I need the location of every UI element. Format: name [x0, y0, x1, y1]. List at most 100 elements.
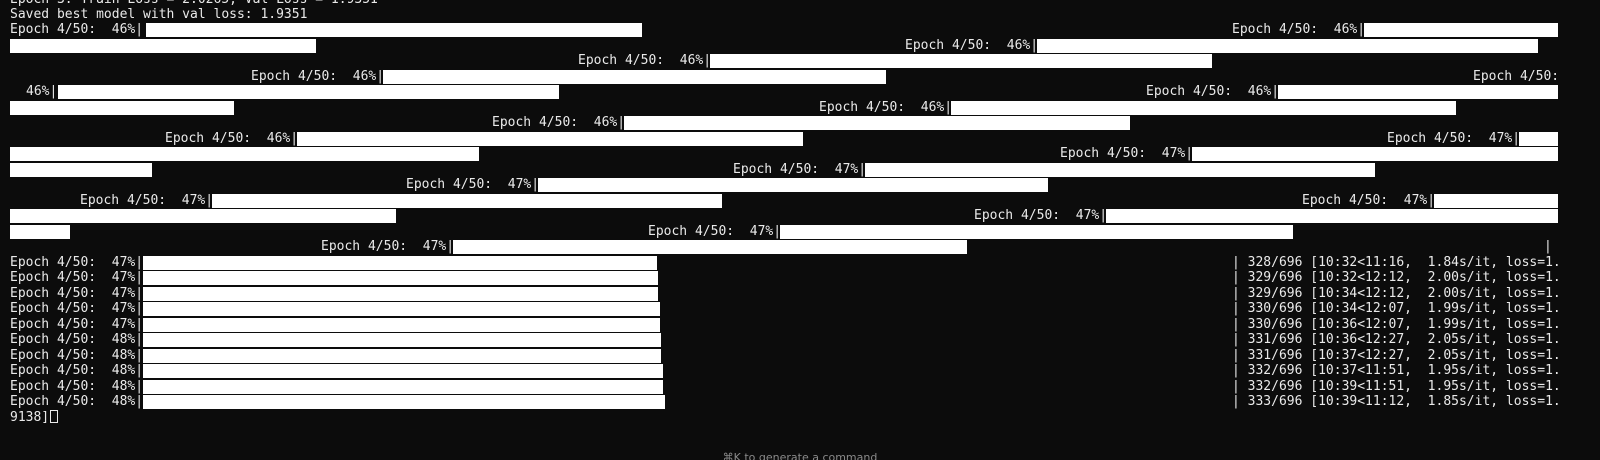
progress-label: Epoch 4/50: 48%| [10, 394, 144, 409]
wrapped-progress-line: Epoch 4/50: 47%| Epoch 4/50: 47%| [0, 193, 1600, 209]
wrapped-progress-line: Epoch 4/50: 46%| [0, 38, 1600, 54]
progress-bar-fill [710, 54, 1212, 68]
progress-bar-fill [1037, 39, 1538, 53]
progress-stats: | 333/696 [10:39<11:12, 1.85s/it, loss=1… [1232, 394, 1561, 409]
progress-label: Epoch 4/50: 47%| [10, 317, 144, 332]
progress-label: Epoch 4/50: 46%| [578, 53, 712, 68]
progress-bar-fill [10, 147, 479, 161]
wrapped-progress-line: Epoch 4/50: 47%| [0, 224, 1600, 240]
progress-label: Epoch 4/50: 47%| [10, 301, 144, 316]
progress-label: Epoch 4/50: 46%| [1146, 84, 1280, 99]
progress-bar-fill [143, 333, 661, 347]
progress-bar-fill [1364, 23, 1558, 37]
progress-bar-fill [1519, 132, 1558, 146]
progress-bar-fill [453, 240, 967, 254]
progress-separator: | [1544, 239, 1552, 254]
progress-label: Epoch 4/50: 47%| [974, 208, 1108, 223]
progress-row: Epoch 4/50: 47%| | 330/696 [10:36<12:07,… [0, 317, 1600, 333]
progress-label: Epoch 4/50: 47%| [10, 270, 144, 285]
progress-bar-fill [146, 23, 642, 37]
progress-bar-fill [10, 101, 234, 115]
progress-label: Epoch 4/50: 47%| [321, 239, 455, 254]
progress-row: Epoch 4/50: 48%| | 331/696 [10:36<12:27,… [0, 332, 1600, 348]
progress-row: Epoch 4/50: 48%| | 332/696 [10:39<11:51,… [0, 379, 1600, 395]
progress-stats: | 331/696 [10:37<12:27, 2.05s/it, loss=1… [1232, 348, 1561, 363]
progress-bar-fill [143, 364, 663, 378]
prompt-line[interactable]: 9138] [0, 410, 1600, 426]
progress-label: Epoch 4/50: 48%| [10, 363, 144, 378]
progress-bar-fill [212, 194, 722, 208]
progress-stats: | 332/696 [10:37<11:51, 1.95s/it, loss=1… [1232, 363, 1561, 378]
progress-label: Epoch 4/50: 46%| [905, 38, 1039, 53]
progress-label: Epoch 4/50: 46%| [165, 131, 299, 146]
last-output-text: 9138] [10, 410, 50, 425]
progress-bar-fill [143, 302, 660, 316]
progress-label: Epoch 4/50: 48%| [10, 379, 144, 394]
progress-bar-fill [1106, 209, 1558, 223]
progress-bar-fill [143, 256, 657, 270]
terminal-output[interactable]: Epoch 3: Train Loss = 2.0265, Val Loss =… [0, 0, 1600, 460]
progress-bar-fill [1278, 85, 1558, 99]
progress-bar-fill [1434, 194, 1558, 208]
progress-bar-fill [1192, 147, 1558, 161]
wrapped-progress-line: Epoch 4/50: 46%| Epoch 4/50: [0, 69, 1600, 85]
progress-label: Epoch 4/50: 46%| [492, 115, 626, 130]
progress-label: Epoch 4/50: 46%| [1232, 22, 1366, 37]
progress-stats: | 330/696 [10:36<12:07, 1.99s/it, loss=1… [1232, 317, 1561, 332]
progress-label: Epoch 4/50: 47%| [1060, 146, 1194, 161]
progress-stats: | 330/696 [10:34<12:07, 1.99s/it, loss=1… [1232, 301, 1561, 316]
progress-label: Epoch 4/50: 46%| [251, 69, 385, 84]
progress-bar-fill [383, 70, 886, 84]
progress-stats: | 332/696 [10:39<11:51, 1.95s/it, loss=1… [1232, 379, 1561, 394]
wrapped-progress-line: Epoch 4/50: 47%| | [0, 239, 1600, 255]
progress-label: Epoch 4/50: 47%| [1387, 131, 1521, 146]
progress-row: Epoch 4/50: 47%| | 330/696 [10:34<12:07,… [0, 301, 1600, 317]
progress-label: Epoch 4/50: 46%| [10, 22, 144, 37]
text-cursor [50, 410, 59, 423]
progress-row: Epoch 4/50: 48%| | 331/696 [10:37<12:27,… [0, 348, 1600, 364]
progress-label: Epoch 4/50: 47%| [80, 193, 214, 208]
progress-bar-fill [865, 163, 1375, 177]
progress-stats: | 331/696 [10:36<12:27, 2.05s/it, loss=1… [1232, 332, 1561, 347]
progress-label: 46%| [26, 84, 58, 99]
wrapped-progress-line: 46%| Epoch 4/50: 46%| [0, 84, 1600, 100]
progress-bar-fill [143, 318, 660, 332]
progress-label: Epoch 4/50: 47%| [1302, 193, 1436, 208]
progress-bar-fill [10, 39, 316, 53]
progress-row: Epoch 4/50: 48%| | 333/696 [10:39<11:12,… [0, 394, 1600, 410]
wrapped-progress-line: Epoch 4/50: 46%| [0, 53, 1600, 69]
progress-label: Epoch 4/50: 47%| [648, 224, 782, 239]
wrapped-progress-line: Epoch 4/50: 47%| [0, 208, 1600, 224]
progress-bar-fill [780, 225, 1293, 239]
progress-label: Epoch 4/50: 47%| [10, 286, 144, 301]
wrapped-progress-line: Epoch 4/50: 46%| Epoch 4/50: 47%| [0, 131, 1600, 147]
progress-bar-fill [143, 271, 658, 285]
progress-stats: | 329/696 [10:32<12:12, 2.00s/it, loss=1… [1232, 270, 1561, 285]
progress-label: Epoch 4/50: 47%| [733, 162, 867, 177]
progress-bar-fill [143, 287, 658, 301]
progress-bar-fill [624, 116, 1130, 130]
wrapped-progress-line: Epoch 4/50: 46%| Epoch 4/50: 46%| [0, 22, 1600, 38]
progress-stats: | 329/696 [10:34<12:12, 2.00s/it, loss=1… [1232, 286, 1561, 301]
progress-bar-fill [951, 101, 1456, 115]
progress-row: Epoch 4/50: 47%| | 328/696 [10:32<11:16,… [0, 255, 1600, 271]
wrapped-progress-line: Epoch 4/50: 47%| [0, 146, 1600, 162]
wrapped-progress-line: Epoch 4/50: 47%| [0, 177, 1600, 193]
progress-bar-fill [10, 225, 70, 239]
progress-row: Epoch 4/50: 47%| | 329/696 [10:34<12:12,… [0, 286, 1600, 302]
saved-model-text: Saved best model with val loss: 1.9351 [10, 7, 308, 22]
progress-bar-fill [538, 178, 1048, 192]
progress-row: Epoch 4/50: 48%| | 332/696 [10:37<11:51,… [0, 363, 1600, 379]
progress-bar-fill [143, 380, 663, 394]
progress-bar-fill [58, 85, 559, 99]
progress-label: Epoch 4/50: 47%| [406, 177, 540, 192]
generate-command-hint[interactable]: ⌘K to generate a command [0, 451, 1600, 460]
progress-bar-fill [297, 132, 803, 146]
progress-label: Epoch 4/50: 48%| [10, 348, 144, 363]
progress-label: Epoch 4/50: 47%| [10, 255, 144, 270]
header-line: Saved best model with val loss: 1.9351 [0, 7, 1600, 23]
wrapped-progress-line: Epoch 4/50: 46%| [0, 100, 1600, 116]
progress-label: Epoch 4/50: [1473, 69, 1560, 84]
progress-bar-fill [10, 163, 152, 177]
progress-bar-fill [143, 395, 665, 409]
